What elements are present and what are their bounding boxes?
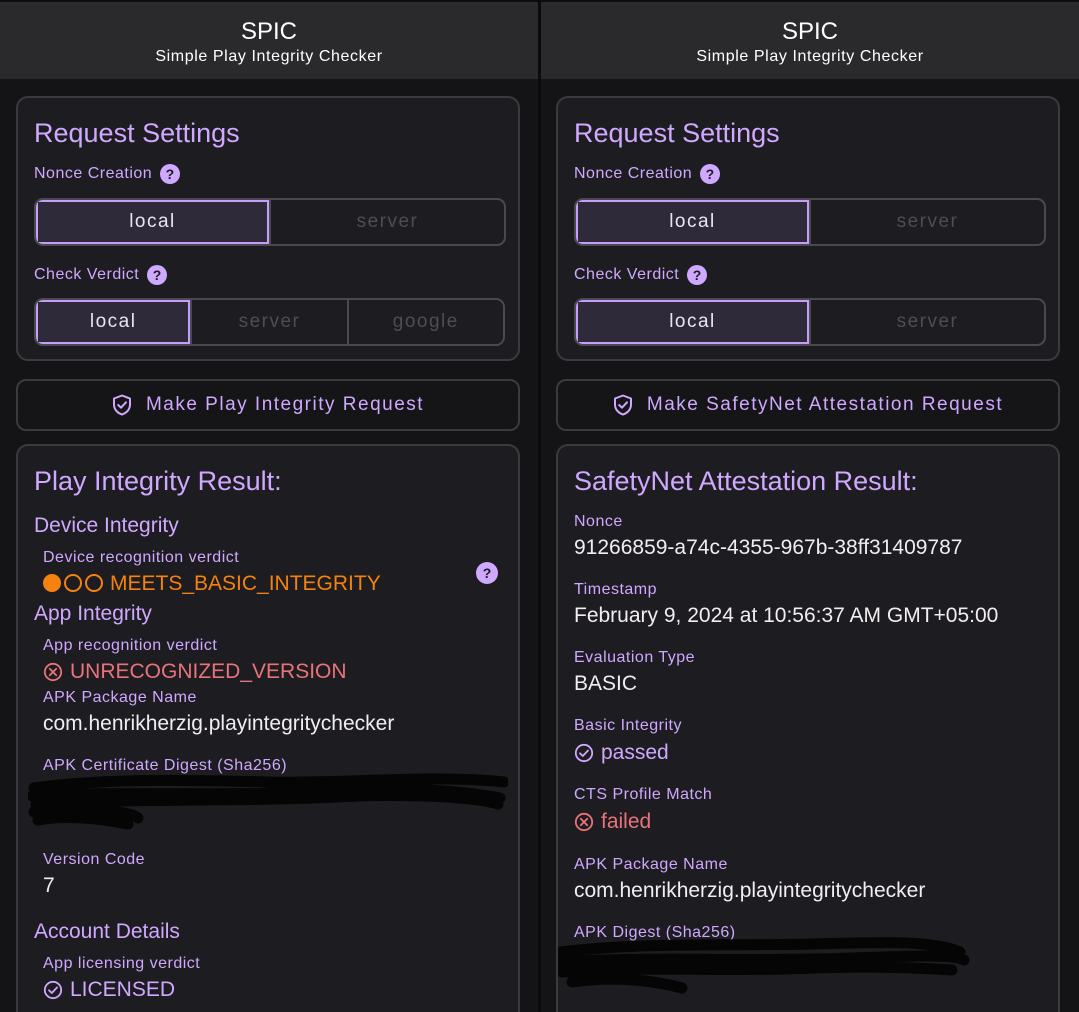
app-bar: SPIC Simple Play Integrity Checker <box>0 0 538 79</box>
device-verdict-label: Device recognition verdict <box>43 549 240 566</box>
version-code-value: 7 <box>43 874 55 897</box>
play-integrity-result-card: Play Integrity Result: Device Integrity … <box>16 444 520 1012</box>
account-details-heading: Account Details <box>34 920 180 943</box>
cts-profile-label: CTS Profile Match <box>574 786 713 803</box>
verdict-option-local[interactable]: local <box>36 300 191 344</box>
package-name-label: APK Package Name <box>43 689 197 706</box>
check-verdict-text: Check Verdict <box>574 266 680 283</box>
app-subtitle: Simple Play Integrity Checker <box>155 48 383 65</box>
app-verdict-value: UNRECOGNIZED_VERSION <box>43 660 347 684</box>
nonce-label: Nonce <box>574 513 623 530</box>
circle-x-icon <box>574 812 594 832</box>
circle-check-icon <box>43 980 63 1000</box>
nonce-option-server[interactable]: server <box>269 200 504 244</box>
shield-check-icon <box>613 394 632 416</box>
make-safetynet-attestation-request-button[interactable]: Make SafetyNet Attestation Request <box>556 379 1060 431</box>
left-panel-play-integrity: SPIC Simple Play Integrity Checker Reque… <box>0 0 538 1012</box>
redaction-scribble <box>558 936 970 994</box>
app-title: SPIC <box>240 18 297 45</box>
licensing-verdict-label: App licensing verdict <box>43 955 201 972</box>
nonce-creation-text: Nonce Creation <box>34 165 153 182</box>
result-title: Play Integrity Result: <box>34 466 282 496</box>
help-icon[interactable]: ? <box>147 265 168 285</box>
integrity-dot-empty <box>85 574 103 592</box>
result-title: SafetyNet Attestation Result: <box>574 466 918 496</box>
circle-check-icon <box>574 743 594 763</box>
integrity-level-indicator <box>43 574 103 592</box>
evaluation-type-label: Evaluation Type <box>574 649 696 666</box>
timestamp-value: February 9, 2024 at 10:56:37 AM GMT+05:0… <box>574 604 999 627</box>
licensing-verdict-value: LICENSED <box>43 978 175 1002</box>
device-integrity-heading: Device Integrity <box>34 514 179 537</box>
safetynet-result-card: SafetyNet Attestation Result: Nonce 9126… <box>556 444 1060 1012</box>
check-verdict-toggle: local server google <box>34 298 505 346</box>
version-code-label: Version Code <box>43 851 146 868</box>
device-verdict-text: MEETS_BASIC_INTEGRITY <box>110 572 381 595</box>
app-title: SPIC <box>781 18 838 45</box>
make-play-integrity-request-button[interactable]: Make Play Integrity Request <box>16 379 520 431</box>
help-icon[interactable]: ? <box>687 265 708 285</box>
help-icon[interactable]: ? <box>700 164 721 184</box>
request-settings-card: Request Settings Nonce Creation ? local … <box>16 96 520 361</box>
licensing-verdict-text: LICENSED <box>70 978 176 1001</box>
cts-profile-text: failed <box>601 810 652 833</box>
cts-profile-value: failed <box>574 810 651 834</box>
verdict-option-google[interactable]: google <box>346 300 503 344</box>
settings-title: Request Settings <box>34 118 240 148</box>
basic-integrity-text: passed <box>601 741 669 764</box>
verdict-option-server[interactable]: server <box>190 300 346 344</box>
right-panel-safetynet: SPIC Simple Play Integrity Checker Reque… <box>541 0 1079 1012</box>
verdict-option-local[interactable]: local <box>576 300 809 344</box>
nonce-option-local[interactable]: local <box>36 200 269 244</box>
nonce-creation-toggle: local server <box>34 198 506 246</box>
circle-x-icon <box>43 662 63 682</box>
nonce-creation-label: Nonce Creation ? <box>34 164 181 184</box>
app-integrity-heading: App Integrity <box>34 602 152 625</box>
nonce-option-server[interactable]: server <box>809 200 1044 244</box>
check-verdict-label: Check Verdict ? <box>34 265 168 285</box>
verdict-option-server[interactable]: server <box>809 300 1044 344</box>
nonce-value: 91266859-a74c-4355-967b-38ff31409787 <box>574 536 963 559</box>
app-verdict-text: UNRECOGNIZED_VERSION <box>70 660 347 683</box>
redaction-scribble <box>28 773 508 830</box>
package-name-value: com.henrikherzig.playintegritychecker <box>43 712 395 735</box>
integrity-dot-empty <box>64 574 82 592</box>
app-subtitle: Simple Play Integrity Checker <box>696 48 924 65</box>
nonce-creation-label: Nonce Creation ? <box>574 164 721 184</box>
check-verdict-label: Check Verdict ? <box>574 265 708 285</box>
nonce-creation-text: Nonce Creation <box>574 165 693 182</box>
request-button-label: Make Play Integrity Request <box>145 394 425 415</box>
check-verdict-toggle: local server <box>574 298 1046 346</box>
nonce-creation-toggle: local server <box>574 198 1046 246</box>
request-button-label: Make SafetyNet Attestation Request <box>646 394 1004 415</box>
app-bar: SPIC Simple Play Integrity Checker <box>541 0 1079 79</box>
settings-title: Request Settings <box>574 118 780 148</box>
nonce-option-local[interactable]: local <box>576 200 809 244</box>
shield-check-icon <box>112 394 131 416</box>
timestamp-label: Timestamp <box>574 581 658 598</box>
help-icon[interactable]: ? <box>476 562 498 584</box>
basic-integrity-label: Basic Integrity <box>574 717 682 734</box>
help-icon[interactable]: ? <box>160 164 181 184</box>
app-verdict-label: App recognition verdict <box>43 637 218 654</box>
package-name-label: APK Package Name <box>574 856 728 873</box>
basic-integrity-value: passed <box>574 741 669 765</box>
device-verdict-value: MEETS_BASIC_INTEGRITY <box>43 572 381 596</box>
package-name-value: com.henrikherzig.playintegritychecker <box>574 879 926 902</box>
integrity-dot-filled <box>43 574 61 592</box>
request-settings-card: Request Settings Nonce Creation ? local … <box>556 96 1060 361</box>
evaluation-type-value: BASIC <box>574 672 638 695</box>
check-verdict-text: Check Verdict <box>34 266 140 283</box>
